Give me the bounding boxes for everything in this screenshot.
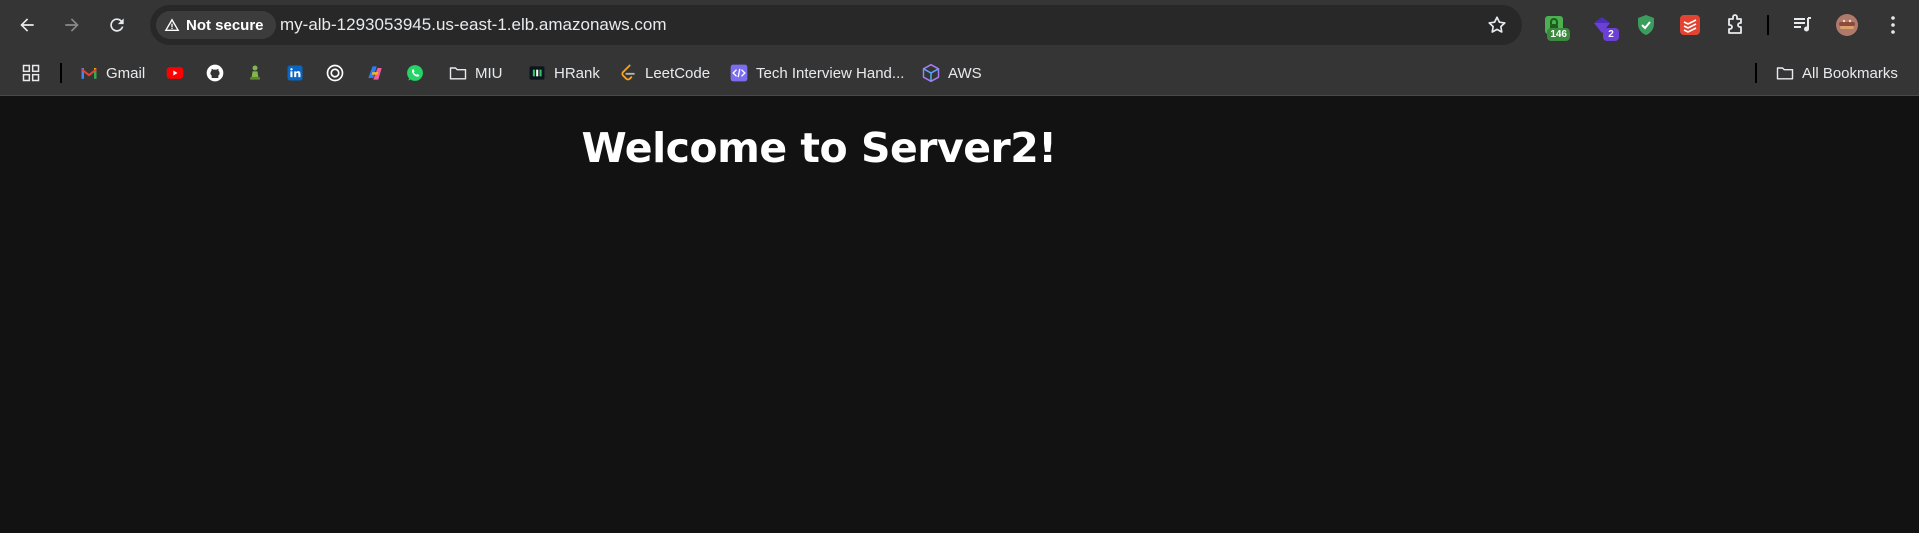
todoist-icon (1680, 15, 1700, 35)
bookmark-chatgpt[interactable] (325, 61, 345, 85)
url-text[interactable]: my-alb-1293053945.us-east-1.elb.amazonaw… (280, 15, 666, 35)
gmail-icon (81, 68, 97, 79)
apps-grid-icon (22, 64, 40, 82)
security-chip[interactable]: Not secure (156, 11, 276, 39)
security-chip-label: Not secure (186, 16, 264, 34)
avatar-icon (1836, 14, 1858, 36)
folder-icon (449, 67, 467, 80)
address-bar[interactable]: Not secure my-alb-1293053945.us-east-1.e… (150, 5, 1522, 45)
bookmark-label: HRank (554, 64, 600, 82)
bookmark-label: MIU (475, 64, 503, 82)
page-content: Welcome to Server2! (0, 97, 1919, 533)
extension-badge: 2 (1603, 28, 1619, 41)
shield-extension[interactable] (1633, 12, 1659, 38)
bookmark-youtube[interactable] (165, 61, 185, 85)
profile-avatar[interactable] (1834, 12, 1860, 38)
bookmark-github[interactable] (205, 61, 225, 85)
bookmarks-bar: Gmail MIU HRank LeetCode Tech Interview … (0, 50, 1919, 96)
code-icon (730, 64, 748, 82)
page-heading: Welcome to Server2! (581, 124, 1057, 172)
reload-icon (110, 18, 124, 32)
chess-pawn-icon (250, 65, 260, 80)
reload-button[interactable] (101, 9, 133, 41)
shield-check-icon (1638, 15, 1654, 35)
folder-icon (1776, 67, 1794, 80)
password-manager-extension[interactable]: 146 (1541, 12, 1570, 41)
whatsapp-icon (407, 65, 423, 81)
todoist-extension[interactable] (1677, 12, 1703, 38)
bookmark-tech-interview[interactable]: Tech Interview Hand... (729, 61, 904, 85)
extension-two[interactable]: 2 (1589, 12, 1619, 41)
apps-button[interactable] (21, 61, 41, 85)
bookmark-chess[interactable] (245, 61, 265, 85)
github-icon (206, 64, 224, 82)
extensions-button[interactable] (1722, 12, 1748, 38)
bookmark-label: Tech Interview Hand... (756, 64, 905, 82)
reading-list-button[interactable] (1790, 12, 1816, 38)
leetcode-icon (621, 64, 635, 81)
bookmark-linkedin[interactable] (285, 61, 305, 85)
browser-toolbar: Not secure my-alb-1293053945.us-east-1.e… (0, 0, 1919, 50)
bookmark-leetcode[interactable]: LeetCode (618, 61, 710, 85)
menu-button[interactable] (1880, 12, 1906, 38)
linkedin-icon (287, 65, 303, 81)
bookmark-gmail[interactable]: Gmail (79, 61, 145, 85)
bookmark-label: Gmail (106, 64, 146, 82)
extension-badge: 146 (1547, 28, 1570, 41)
bookmark-divider (1755, 63, 1757, 83)
bookmark-divider (60, 63, 62, 83)
playlist-icon (1794, 17, 1811, 32)
back-button[interactable] (11, 9, 43, 41)
bookmark-label: AWS (948, 64, 982, 82)
arrow-right-icon (65, 18, 79, 32)
more-vertical-icon (1891, 16, 1895, 34)
cube-icon (922, 63, 940, 83)
forward-button[interactable] (56, 9, 88, 41)
bookmark-label: LeetCode (645, 64, 711, 82)
hackerrank-icon (529, 66, 545, 80)
bookmark-star-icon[interactable] (1486, 14, 1508, 36)
bookmark-copilot[interactable] (365, 61, 385, 85)
warning-icon (164, 18, 180, 31)
bookmark-folder-miu[interactable]: MIU (448, 61, 503, 85)
toolbar-divider (1767, 15, 1769, 35)
copilot-icon (368, 66, 382, 80)
all-bookmarks-label: All Bookmarks (1802, 64, 1898, 82)
puzzle-icon (1728, 14, 1742, 34)
openai-icon (326, 64, 344, 82)
bookmark-aws[interactable]: AWS (921, 61, 982, 85)
arrow-left-icon (20, 18, 34, 32)
all-bookmarks-button[interactable]: All Bookmarks (1775, 61, 1898, 85)
bookmark-hrank[interactable]: HRank (527, 61, 600, 85)
bookmark-whatsapp[interactable] (405, 61, 425, 85)
youtube-icon (166, 67, 184, 79)
